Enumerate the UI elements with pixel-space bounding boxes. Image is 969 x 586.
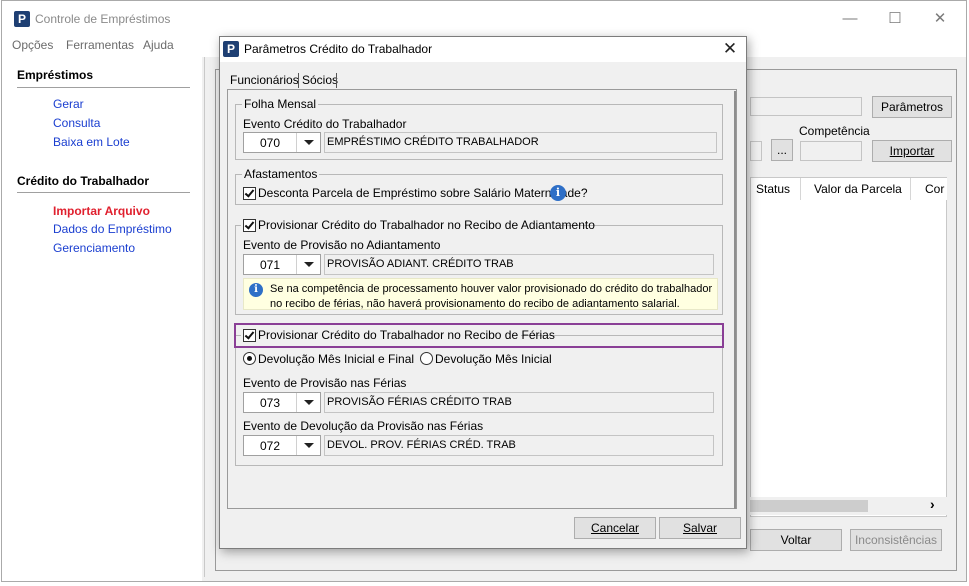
sidebar-item-importar-arquivo[interactable]: Importar Arquivo <box>53 204 150 218</box>
competencia-input[interactable] <box>800 141 862 161</box>
inconsistencias-button: Inconsistências <box>850 529 942 551</box>
provisionar-ferias-checkbox[interactable] <box>243 329 256 342</box>
provisionar-adiantamento-checkbox[interactable] <box>243 219 256 232</box>
checkmark-icon <box>244 329 255 340</box>
chevron-down-icon <box>304 262 314 267</box>
minimize-icon[interactable]: — <box>840 9 860 29</box>
evento-credito-description: EMPRÉSTIMO CRÉDITO TRABALHADOR <box>324 132 717 153</box>
evento-credito-code: 070 <box>260 136 281 150</box>
sidebar-item-baixa-em-lote[interactable]: Baixa em Lote <box>53 135 130 149</box>
save-button[interactable]: Salvar <box>659 517 741 539</box>
sidebar-item-dados-do-emprestimo[interactable]: Dados do Empréstimo <box>53 222 172 236</box>
evento-devolucao-ferias-code: 072 <box>260 439 281 453</box>
competencia-label: Competência <box>799 124 870 138</box>
evento-credito-combo[interactable]: 070 <box>243 132 321 153</box>
dropdown-button[interactable] <box>296 255 320 274</box>
section-title-emprestimos: Empréstimos <box>17 68 94 82</box>
close-icon[interactable]: ✕ <box>930 9 950 29</box>
importar-button[interactable]: Importar <box>872 140 952 162</box>
grid-header-valor-parcela[interactable]: Valor da Parcela <box>801 178 911 200</box>
background-input[interactable] <box>750 141 762 161</box>
adiantamento-info-text: Se na competência de processamento houve… <box>270 283 713 310</box>
menu-ajuda[interactable]: Ajuda <box>143 38 174 52</box>
maximize-icon[interactable]: ☐ <box>885 9 905 29</box>
grid-header-cor[interactable]: Cor <box>911 178 947 200</box>
background-input[interactable] <box>750 97 862 116</box>
evento-devolucao-ferias-description: DEVOL. PROV. FÉRIAS CRÉD. TRAB <box>324 435 714 456</box>
checkmark-icon <box>244 187 255 198</box>
evento-devolucao-ferias-label: Evento de Devolução da Provisão nas Féri… <box>243 419 484 433</box>
tab-socios[interactable]: Sócios <box>302 70 338 90</box>
evento-adiantamento-description: PROVISÃO ADIANT. CRÉDITO TRAB <box>324 254 714 275</box>
dialog-title: Parâmetros Crédito do Trabalhador <box>244 42 433 56</box>
evento-provisao-ferias-label: Evento de Provisão nas Férias <box>243 376 407 390</box>
radio-devolucao-inicial[interactable] <box>420 352 433 365</box>
app-title: Controle de Empréstimos <box>35 12 171 26</box>
menu-ferramentas[interactable]: Ferramentas <box>66 38 134 52</box>
radio-devolucao-inicial-label[interactable]: Devolução Mês Inicial <box>435 352 552 366</box>
desconta-maternidade-label[interactable]: Desconta Parcela de Empréstimo sobre Sal… <box>258 186 588 200</box>
tab-funcionarios[interactable]: Funcionários <box>230 70 299 90</box>
vertical-scrollbar[interactable] <box>734 91 736 509</box>
evento-devolucao-ferias-combo[interactable]: 072 <box>243 435 321 456</box>
evento-adiantamento-label: Evento de Provisão no Adiantamento <box>243 238 441 252</box>
adiantamento-info-box: i Se na competência de processamento hou… <box>243 278 718 310</box>
dropdown-button[interactable] <box>296 393 320 412</box>
scroll-right-icon[interactable]: › <box>930 496 935 512</box>
voltar-button[interactable]: Voltar <box>750 529 842 551</box>
tab-separator <box>298 73 299 88</box>
chevron-down-icon <box>304 400 314 405</box>
scrollbar-thumb[interactable] <box>750 500 868 512</box>
info-icon[interactable]: i <box>550 185 566 201</box>
sidebar-item-consulta[interactable]: Consulta <box>53 116 100 130</box>
sidebar: Empréstimos Gerar Consulta Baixa em Lote… <box>2 57 202 581</box>
browse-button[interactable]: ... <box>771 139 793 161</box>
provisionar-ferias-label[interactable]: Provisionar Crédito do Trabalhador no Re… <box>258 328 555 342</box>
app-logo-icon: P <box>14 11 30 27</box>
desconta-maternidade-checkbox[interactable] <box>243 187 256 200</box>
evento-provisao-ferias-code: 073 <box>260 396 281 410</box>
menu-opcoes[interactable]: Opções <box>12 38 53 52</box>
info-icon: i <box>249 283 263 297</box>
provisionar-adiantamento-label[interactable]: Provisionar Crédito do Trabalhador no Re… <box>258 218 595 232</box>
dialog-close-icon[interactable]: ✕ <box>720 38 740 60</box>
section-divider <box>17 192 190 193</box>
cancel-button[interactable]: Cancelar <box>574 517 656 539</box>
dropdown-button[interactable] <box>296 436 320 455</box>
section-title-credito: Crédito do Trabalhador <box>17 174 150 188</box>
radio-selected-dot <box>247 356 252 361</box>
sidebar-item-gerenciamento[interactable]: Gerenciamento <box>53 241 135 255</box>
horizontal-scrollbar[interactable]: › <box>750 496 947 515</box>
title-bar: P Controle de Empréstimos — ☐ ✕ <box>2 1 966 35</box>
evento-provisao-ferias-combo[interactable]: 073 <box>243 392 321 413</box>
evento-adiantamento-combo[interactable]: 071 <box>243 254 321 275</box>
dialog-title-bar: P Parâmetros Crédito do Trabalhador ✕ <box>220 37 746 62</box>
radio-devolucao-inicial-final-label[interactable]: Devolução Mês Inicial e Final <box>258 352 414 366</box>
radio-devolucao-inicial-final[interactable] <box>243 352 256 365</box>
grid-header-status[interactable]: Status <box>751 178 801 200</box>
evento-provisao-ferias-description: PROVISÃO FÉRIAS CRÉDITO TRAB <box>324 392 714 413</box>
evento-credito-label: Evento Crédito do Trabalhador <box>243 117 407 131</box>
import-grid[interactable]: Status Valor da Parcela Cor <box>750 177 947 517</box>
section-divider <box>17 87 190 88</box>
evento-adiantamento-code: 071 <box>260 258 281 272</box>
tab-separator <box>336 73 337 88</box>
dropdown-button[interactable] <box>296 133 320 152</box>
sidebar-item-gerar[interactable]: Gerar <box>53 97 84 111</box>
dialog-logo-icon: P <box>223 41 239 57</box>
chevron-down-icon <box>304 443 314 448</box>
checkmark-icon <box>244 219 255 230</box>
folha-mensal-title: Folha Mensal <box>242 97 319 111</box>
afastamentos-title: Afastamentos <box>242 167 320 181</box>
parametros-button[interactable]: Parâmetros <box>872 96 952 118</box>
chevron-down-icon <box>304 140 314 145</box>
